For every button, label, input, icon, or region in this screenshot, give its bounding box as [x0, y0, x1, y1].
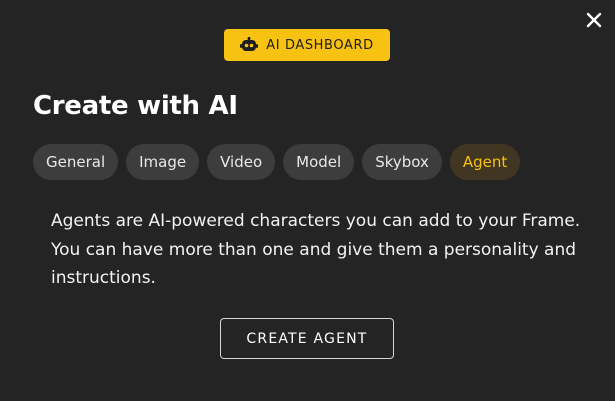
modal-title: Create with AI [33, 91, 238, 121]
create-with-ai-modal: AI DASHBOARD Create with AI General Imag… [0, 0, 615, 401]
tab-model[interactable]: Model [283, 144, 355, 180]
tab-image[interactable]: Image [126, 144, 200, 180]
close-icon [586, 12, 602, 28]
tab-video[interactable]: Video [207, 144, 276, 180]
create-agent-button[interactable]: CREATE AGENT [220, 318, 394, 359]
close-button[interactable] [583, 9, 605, 31]
tab-agent[interactable]: Agent [449, 144, 521, 180]
tab-general[interactable]: General [33, 144, 119, 180]
agent-description: Agents are AI-powered characters you can… [51, 211, 581, 288]
ai-dashboard-label: AI DASHBOARD [266, 37, 374, 53]
category-tabs: General Image Video Model Skybox Agent [33, 144, 521, 180]
tab-skybox[interactable]: Skybox [362, 144, 442, 180]
ai-dashboard-button[interactable]: AI DASHBOARD [224, 29, 390, 61]
robot-icon [240, 37, 259, 53]
